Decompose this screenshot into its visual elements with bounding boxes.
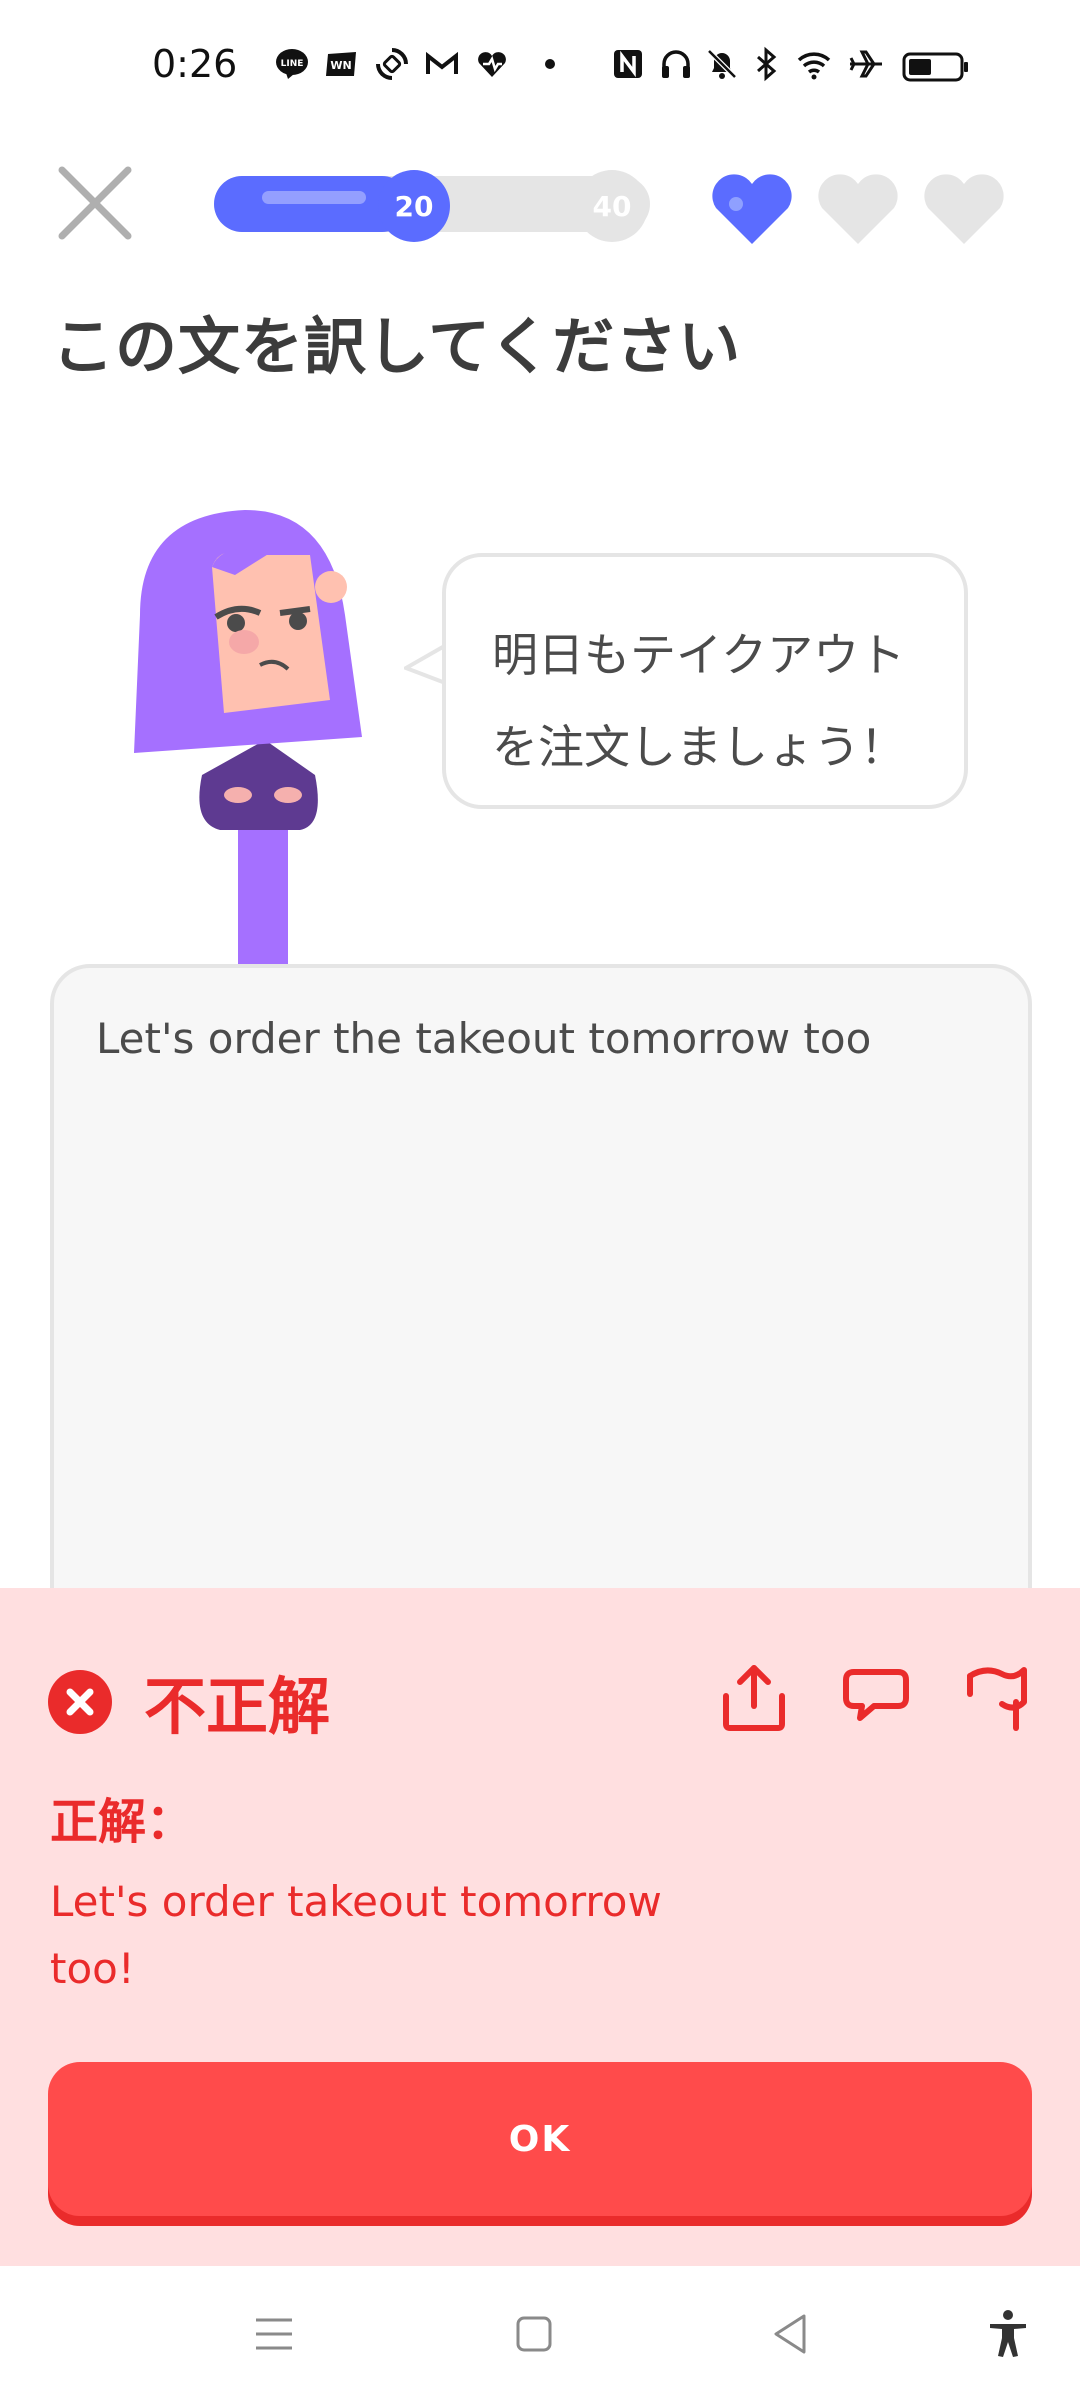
airplane-icon [846, 44, 886, 84]
home-icon [516, 2316, 552, 2352]
svg-text:WN: WN [330, 59, 351, 72]
svg-text:LINE: LINE [281, 59, 304, 69]
feedback-status: 不正解 [144, 1670, 331, 1743]
share-icon [723, 1665, 785, 1731]
character-illustration [120, 505, 380, 965]
prompt-text: を注文しましょう！ [492, 720, 906, 774]
accessibility-button[interactable] [980, 2306, 1036, 2362]
bluetooth-icon [746, 44, 786, 84]
milestone-marker: 20 [378, 170, 450, 242]
share-button[interactable] [718, 1658, 790, 1732]
line-icon: LINE [272, 44, 312, 84]
report-button[interactable] [962, 1658, 1034, 1732]
status-time: 0:26 [152, 42, 238, 86]
ok-button[interactable]: OK [48, 2062, 1032, 2216]
correct-answer-label: 正解： [50, 1794, 195, 1850]
close-button[interactable] [52, 160, 138, 246]
correct-answer-text: Let's order takeout tomorrow too! [50, 1877, 662, 1993]
speech-bubble: 明日もテイクアウト を注文しましょう！ [442, 553, 968, 809]
battery-icon [902, 52, 970, 82]
heart-icon [814, 170, 902, 250]
discuss-button[interactable] [840, 1658, 912, 1732]
answer-text: Let's order the takeout tomorrow too [96, 1014, 872, 1063]
prompt-text: 明日もテイクアウト [492, 628, 906, 682]
comment-icon [843, 1669, 909, 1721]
back-icon [774, 2314, 806, 2354]
heart-icon [708, 170, 796, 250]
close-icon [58, 166, 132, 240]
news-icon: WN [322, 44, 362, 84]
incorrect-icon [48, 1670, 112, 1734]
heart-app-icon [472, 44, 512, 84]
accessibility-icon [990, 2310, 1026, 2357]
wifi-icon [794, 44, 834, 84]
sync-icon [372, 44, 412, 84]
mute-icon [702, 44, 742, 84]
nfc-icon [608, 44, 648, 84]
back-button[interactable] [764, 2306, 820, 2362]
dot-icon [530, 44, 570, 84]
answer-input[interactable] [50, 964, 1032, 1664]
heart-icon [920, 170, 1008, 250]
gmail-icon [422, 44, 462, 84]
headphones-icon [656, 44, 696, 84]
flag-icon [967, 1667, 1027, 1731]
home-button[interactable] [506, 2306, 562, 2362]
page-title: この文を訳してください [52, 310, 742, 383]
progress-shine [262, 191, 366, 204]
menu-button[interactable] [246, 2306, 302, 2362]
menu-icon [256, 2318, 292, 2350]
milestone-marker: 40 [576, 170, 648, 242]
